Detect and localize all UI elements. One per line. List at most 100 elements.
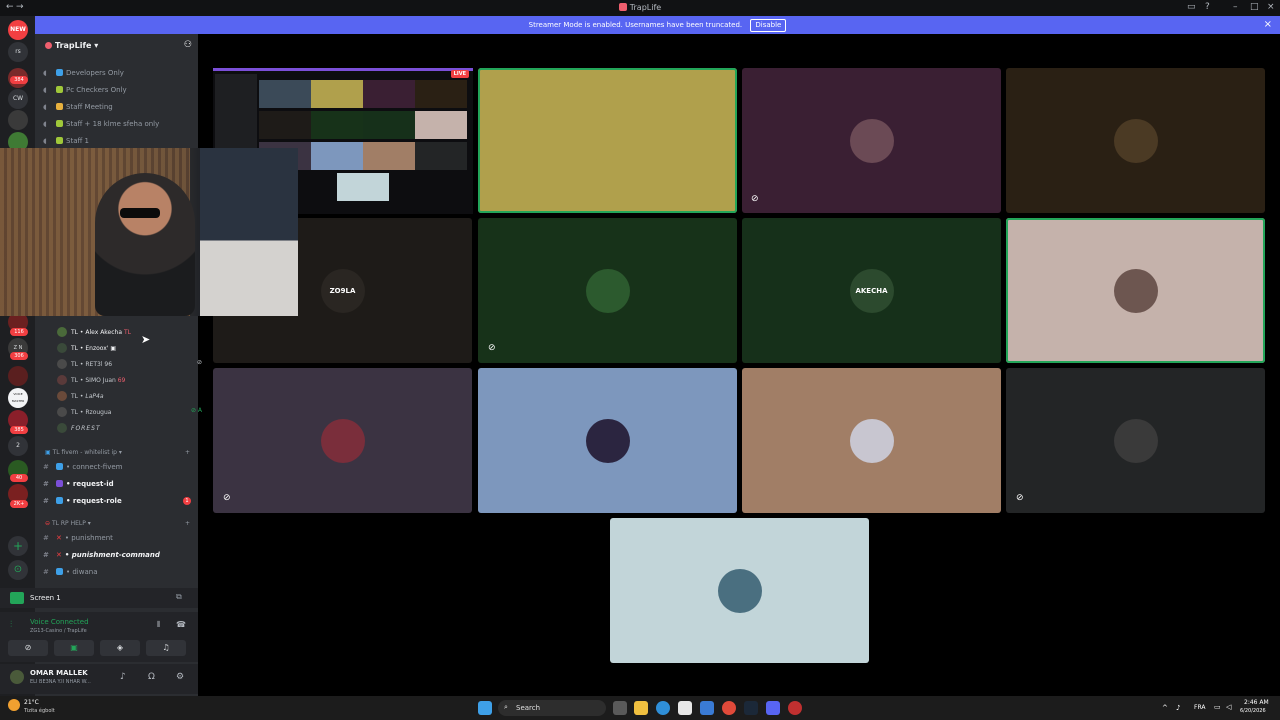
voice-member[interactable]: TL • Enzoox' ▣ bbox=[57, 343, 116, 353]
text-channel-request-id[interactable]: # • request-id bbox=[43, 480, 114, 488]
taskbar-search[interactable]: ⌕ Search bbox=[498, 700, 606, 716]
channel-label: Staff 1 bbox=[66, 137, 89, 145]
category-fivem[interactable]: ▣ TL fivem - whitelist ip ▾ + bbox=[45, 449, 190, 456]
participant-tile[interactable]: ⊘ bbox=[478, 218, 737, 363]
windows-taskbar: 21°C Tizita égbolt ⌕ Search ^ ♪ FRA ▭ ◁ 2… bbox=[0, 696, 1280, 720]
voice-member[interactable]: TL • Rzougua ⊘ A bbox=[57, 407, 202, 417]
close-icon[interactable]: × bbox=[1264, 16, 1272, 34]
voice-member[interactable]: TL • RET3l 96 ⊘ bbox=[57, 359, 202, 369]
voice-member[interactable]: FOREST bbox=[57, 423, 101, 433]
clock-time[interactable]: 2:46 AM bbox=[1244, 699, 1269, 706]
streamer-figure bbox=[95, 173, 195, 316]
popout-icon[interactable]: ⧉ bbox=[176, 592, 182, 602]
weather-desc[interactable]: Tizita égbolt bbox=[24, 708, 55, 714]
hash-icon: # bbox=[43, 463, 49, 471]
settings-icon[interactable]: ⚙ bbox=[176, 672, 184, 682]
soundboard-button[interactable]: ♫ bbox=[146, 640, 186, 656]
guild-rs[interactable]: rs bbox=[8, 42, 28, 62]
edge-icon[interactable] bbox=[656, 701, 670, 715]
participant-tile[interactable]: ⊘ bbox=[1006, 368, 1265, 513]
voice-member[interactable]: TL • Alex Akecha TL bbox=[57, 327, 131, 337]
voice-member[interactable]: TL • LaP4a bbox=[57, 391, 104, 401]
weather-icon[interactable] bbox=[8, 699, 20, 711]
text-channel-connect-fivem[interactable]: # • connect-fivem bbox=[43, 463, 122, 471]
server-header[interactable]: TrapLife ▾ ⚇ bbox=[35, 34, 198, 58]
add-member-icon[interactable]: ⚇ bbox=[184, 40, 192, 50]
screen-share-titlebar bbox=[213, 68, 473, 71]
obs-icon[interactable] bbox=[788, 701, 802, 715]
participant-tile[interactable] bbox=[742, 68, 1001, 213]
participant-tile[interactable] bbox=[1006, 68, 1265, 213]
add-channel-icon[interactable]: + bbox=[185, 449, 190, 456]
category-rp-help[interactable]: ⊖ TL RP HELP ▾ + bbox=[45, 520, 190, 527]
text-channel-request-role[interactable]: # • request-role bbox=[43, 497, 122, 505]
guild-new[interactable]: NEW bbox=[8, 20, 28, 40]
maximize-icon[interactable]: □ bbox=[1250, 2, 1259, 12]
participant-avatar: AKECHA bbox=[849, 268, 894, 313]
file-explorer-icon[interactable] bbox=[634, 701, 648, 715]
language-indicator[interactable]: FRA bbox=[1194, 704, 1205, 711]
chrome-icon[interactable] bbox=[722, 701, 736, 715]
microphone-icon[interactable]: ♪ bbox=[120, 672, 126, 682]
guild-cw[interactable]: CW bbox=[8, 89, 28, 109]
member-prefix: TL bbox=[71, 377, 79, 384]
text-channel-punishment[interactable]: # ✕ • punishment bbox=[43, 534, 113, 542]
inbox-icon[interactable]: ▭ bbox=[1187, 2, 1196, 12]
participant-tile[interactable]: ⊘ bbox=[213, 368, 472, 513]
voice-channel-staff-1[interactable]: ◖ Staff 1 bbox=[43, 137, 89, 145]
activities-button[interactable]: ◈ bbox=[100, 640, 140, 656]
voice-member[interactable]: TL • SIMO Juan 69 bbox=[57, 375, 125, 385]
server-icon bbox=[45, 42, 52, 49]
tray-chevron-icon[interactable]: ^ bbox=[1162, 704, 1168, 712]
store-icon[interactable] bbox=[678, 701, 692, 715]
volume-icon[interactable]: ◁ bbox=[1226, 703, 1231, 711]
network-icon[interactable]: ▭ bbox=[1214, 703, 1221, 711]
chevron-down-icon: ▾ bbox=[87, 520, 91, 527]
headphones-icon[interactable]: Ω bbox=[148, 672, 155, 682]
weather-temp[interactable]: 21°C bbox=[24, 699, 39, 706]
participant-tile[interactable] bbox=[610, 518, 869, 663]
voice-channel-pc-checkers[interactable]: ◖ Pc Checkers Only bbox=[43, 86, 127, 94]
participant-tile[interactable] bbox=[478, 368, 737, 513]
voice-channel-name[interactable]: ZG13-Casino / TrapLife bbox=[30, 628, 87, 634]
back-arrow-icon[interactable]: ← bbox=[6, 2, 14, 12]
guild-item[interactable] bbox=[8, 110, 28, 130]
guild-voice-master[interactable]: VOICE MASTER bbox=[8, 388, 28, 408]
add-server-icon[interactable]: + bbox=[8, 536, 28, 556]
text-channel-diwana[interactable]: # • diwana bbox=[43, 568, 98, 576]
voice-channel-developers[interactable]: ◖ Developers Only bbox=[43, 69, 124, 77]
participant-tile[interactable] bbox=[742, 368, 1001, 513]
minimize-icon[interactable]: – bbox=[1233, 2, 1238, 12]
steam-icon[interactable] bbox=[744, 701, 758, 715]
forward-arrow-icon[interactable]: → bbox=[16, 2, 24, 12]
participant-avatar bbox=[585, 118, 630, 163]
voice-channel-staff-meeting[interactable]: ◖ Staff Meeting bbox=[43, 103, 113, 111]
help-icon[interactable]: ? bbox=[1205, 2, 1210, 12]
clock-date[interactable]: 6/20/2026 bbox=[1240, 708, 1266, 714]
noise-suppression-icon[interactable]: ⦀ bbox=[157, 620, 161, 630]
guild-item[interactable] bbox=[8, 366, 28, 386]
app-logo-icon bbox=[618, 3, 627, 11]
discord-icon[interactable] bbox=[766, 701, 780, 715]
discover-icon[interactable]: ⊙ bbox=[8, 560, 28, 580]
camera-button[interactable]: ⊘ bbox=[8, 640, 48, 656]
participant-tile[interactable] bbox=[478, 68, 737, 213]
disable-streamer-mode-button[interactable]: Disable bbox=[750, 19, 787, 32]
user-name[interactable]: OMAR MALLEK bbox=[30, 669, 88, 677]
disconnect-icon[interactable]: ☎ bbox=[176, 620, 186, 629]
add-channel-icon[interactable]: + bbox=[185, 520, 190, 527]
voice-status[interactable]: Voice Connected bbox=[30, 618, 89, 626]
voice-channel-staff-18[interactable]: ◖ Staff + 18 klme sfeha only bbox=[43, 120, 159, 128]
avatar bbox=[57, 391, 67, 401]
mic-tray-icon[interactable]: ♪ bbox=[1176, 704, 1180, 712]
avatar[interactable] bbox=[10, 670, 24, 684]
task-view-icon[interactable] bbox=[613, 701, 627, 715]
guild-2[interactable]: 2 bbox=[8, 436, 28, 456]
participant-tile[interactable] bbox=[1006, 218, 1265, 363]
text-channel-punishment-command[interactable]: # ✕ • punishment-command bbox=[43, 551, 160, 559]
mail-icon[interactable] bbox=[700, 701, 714, 715]
window-close-icon[interactable]: × bbox=[1267, 2, 1275, 12]
participant-tile[interactable]: AKECHA bbox=[742, 218, 1001, 363]
screen-share-button[interactable]: ▣ bbox=[54, 640, 94, 656]
start-icon[interactable] bbox=[478, 701, 492, 715]
